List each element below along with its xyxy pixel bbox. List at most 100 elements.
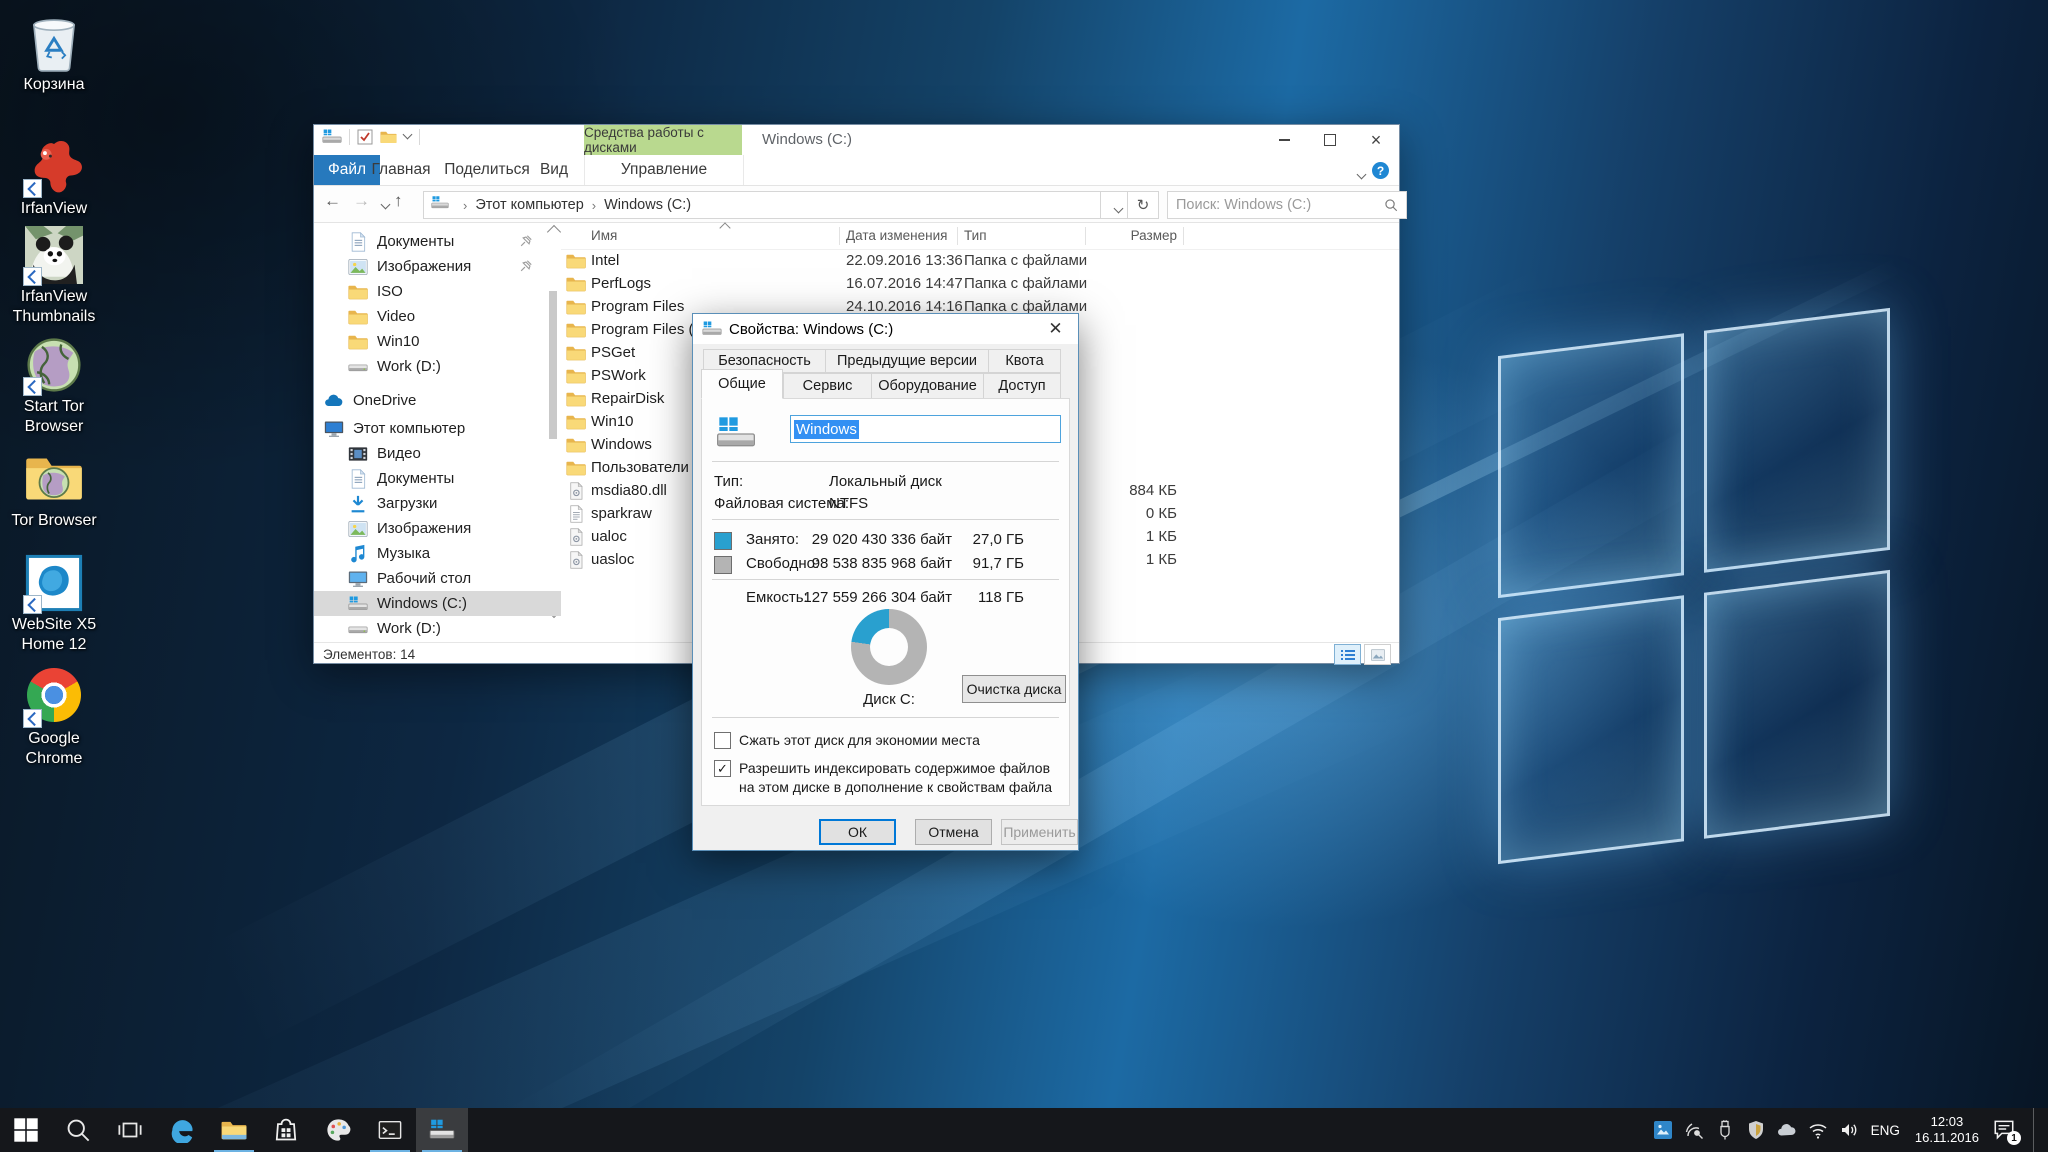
column-divider[interactable]: [839, 227, 840, 245]
apply-button[interactable]: Применить: [1001, 819, 1078, 845]
taskbar-button-task-view[interactable]: [104, 1108, 156, 1152]
nav-item-iso[interactable]: ISO: [314, 279, 561, 304]
file-row[interactable]: PerfLogs16.07.2016 14:47Папка с файлами: [561, 273, 1399, 296]
qat-properties-button[interactable]: [357, 129, 373, 145]
show-desktop-button[interactable]: [2033, 1108, 2040, 1152]
tab-home[interactable]: Главная: [365, 155, 437, 185]
dialog-titlebar[interactable]: Свойства: Windows (C:) ✕: [693, 314, 1078, 344]
index-checkbox-label[interactable]: Разрешить индексировать содержимое файло…: [739, 759, 1061, 797]
breadcrumb-current[interactable]: Windows (C:): [604, 197, 691, 213]
tab-tools[interactable]: Сервис: [783, 373, 872, 399]
help-icon[interactable]: ?: [1372, 162, 1389, 179]
nav-item-загрузки[interactable]: Загрузки: [314, 491, 561, 516]
tray-wifi-icon[interactable]: [1807, 1119, 1829, 1141]
cancel-button[interactable]: Отмена: [915, 819, 992, 845]
tab-manage[interactable]: Управление: [584, 155, 744, 185]
compress-checkbox-label[interactable]: Сжать этот диск для экономии места: [739, 731, 1061, 750]
search-input[interactable]: Поиск: Windows (C:): [1167, 191, 1407, 219]
desktop-icon-label: Google Chrome: [4, 729, 104, 769]
index-checkbox[interactable]: ✓: [714, 760, 731, 777]
dialog-close-button[interactable]: ✕: [1033, 314, 1078, 344]
taskbar-button-file-explorer[interactable]: [208, 1108, 260, 1152]
nav-item-onedrive[interactable]: OneDrive: [314, 388, 561, 413]
column-header-name[interactable]: Имя: [591, 228, 617, 243]
taskbar-button-search[interactable]: [52, 1108, 104, 1152]
contextual-tab-group[interactable]: Средства работы с дисками: [584, 125, 742, 155]
language-indicator[interactable]: ENG: [1869, 1123, 1902, 1138]
address-dropdown-button[interactable]: [1100, 191, 1130, 219]
qat-new-folder-button[interactable]: [380, 130, 397, 144]
taskbar-button-paint[interactable]: [312, 1108, 364, 1152]
maximize-button[interactable]: [1307, 125, 1353, 155]
clock[interactable]: 12:03 16.11.2016: [1911, 1114, 1983, 1146]
refresh-button[interactable]: ↻: [1127, 191, 1159, 219]
action-center-button[interactable]: 1: [1992, 1117, 2018, 1143]
nav-item-video[interactable]: Video: [314, 304, 561, 329]
taskbar-button-cmd[interactable]: [364, 1108, 416, 1152]
taskbar-button-store[interactable]: [260, 1108, 312, 1152]
divider: [712, 461, 1059, 462]
breadcrumb-this-pc[interactable]: Этот компьютер: [475, 197, 583, 213]
taskbar-button-drive-properties[interactable]: [416, 1108, 468, 1152]
tab-sharing[interactable]: Доступ: [983, 373, 1061, 399]
ok-button[interactable]: ОК: [819, 819, 896, 845]
nav-item-win10[interactable]: Win10: [314, 329, 561, 354]
up-button[interactable]: ↑: [394, 191, 403, 211]
desktop-icon-recycle-bin[interactable]: Корзина: [4, 14, 104, 95]
compress-checkbox[interactable]: [714, 732, 731, 749]
nav-item-рабочий-стол[interactable]: Рабочий стол: [314, 566, 561, 591]
nav-item-документы[interactable]: Документы: [314, 229, 561, 254]
taskbar-button-edge[interactable]: [156, 1108, 208, 1152]
disk-cleanup-button[interactable]: Очистка диска: [962, 675, 1066, 703]
thumbnails-view-button[interactable]: [1364, 644, 1391, 665]
file-row[interactable]: Intel22.09.2016 13:36Папка с файлами: [561, 250, 1399, 273]
column-divider[interactable]: [957, 227, 958, 245]
forward-button[interactable]: →: [353, 191, 370, 211]
column-header-size[interactable]: Размер: [1092, 228, 1177, 243]
nav-item-изображения[interactable]: Изображения: [314, 254, 561, 279]
address-bar[interactable]: › Этот компьютер › Windows (C:): [423, 191, 1103, 219]
window-system-icon[interactable]: [322, 129, 342, 145]
tab-share[interactable]: Поделиться: [445, 155, 529, 185]
desktop-icon-irfanview-thumbnails[interactable]: IrfanView Thumbnails: [4, 226, 104, 327]
column-divider[interactable]: [1085, 227, 1086, 245]
tray-shield-icon[interactable]: [1745, 1119, 1767, 1141]
column-header-type[interactable]: Тип: [964, 228, 987, 243]
nav-item-музыка[interactable]: Музыка: [314, 541, 561, 566]
taskbar-button-start[interactable]: [0, 1108, 52, 1152]
tray-wireless-icon[interactable]: [1683, 1119, 1705, 1141]
nav-item-work-d-[interactable]: Work (D:): [314, 616, 561, 641]
nav-item-work-d-[interactable]: Work (D:): [314, 354, 561, 379]
back-button[interactable]: ←: [324, 191, 341, 211]
tray-trayapp-icon[interactable]: [1652, 1119, 1674, 1141]
desktop-icon-tor-browser[interactable]: Tor Browser: [4, 450, 104, 531]
tray-usb-icon[interactable]: [1714, 1119, 1736, 1141]
nav-item-изображения[interactable]: Изображения: [314, 516, 561, 541]
explorer-titlebar[interactable]: Средства работы с дисками Windows (C:) ×: [314, 125, 1399, 155]
qat-customize-chevron[interactable]: [404, 131, 412, 139]
tab-previous-versions[interactable]: Предыдущие версии: [825, 349, 989, 373]
folder-icon: [566, 344, 586, 362]
desktop-icon-google-chrome[interactable]: Google Chrome: [4, 666, 104, 769]
close-icon: ✕: [1048, 319, 1062, 339]
nav-item-документы[interactable]: Документы: [314, 466, 561, 491]
volume-label-input[interactable]: Windows: [790, 415, 1061, 443]
column-divider[interactable]: [1183, 227, 1184, 245]
tab-quota[interactable]: Квота: [988, 349, 1061, 373]
tray-volume-icon[interactable]: [1838, 1119, 1860, 1141]
column-header-date[interactable]: Дата изменения: [846, 228, 947, 243]
desktop-icon-website-x5-home-12[interactable]: WebSite X5 Home 12: [4, 554, 104, 655]
details-view-button[interactable]: [1334, 644, 1361, 665]
minimize-button[interactable]: [1261, 125, 1307, 155]
tab-general[interactable]: Общие: [701, 369, 783, 399]
nav-item-этот-компьютер[interactable]: Этот компьютер: [314, 416, 561, 441]
desktop-icon-start-tor-browser[interactable]: Start Tor Browser: [4, 336, 104, 437]
tray-traycloud-icon[interactable]: [1776, 1119, 1798, 1141]
desktop-icon-irfanview[interactable]: IrfanView: [4, 138, 104, 219]
close-button[interactable]: ×: [1353, 125, 1399, 155]
tab-hardware[interactable]: Оборудование: [871, 373, 984, 399]
nav-item-видео[interactable]: Видео: [314, 441, 561, 466]
pc-icon: [324, 419, 344, 439]
tab-view[interactable]: Вид: [533, 155, 575, 185]
nav-item-windows-c-[interactable]: Windows (C:): [314, 591, 561, 616]
